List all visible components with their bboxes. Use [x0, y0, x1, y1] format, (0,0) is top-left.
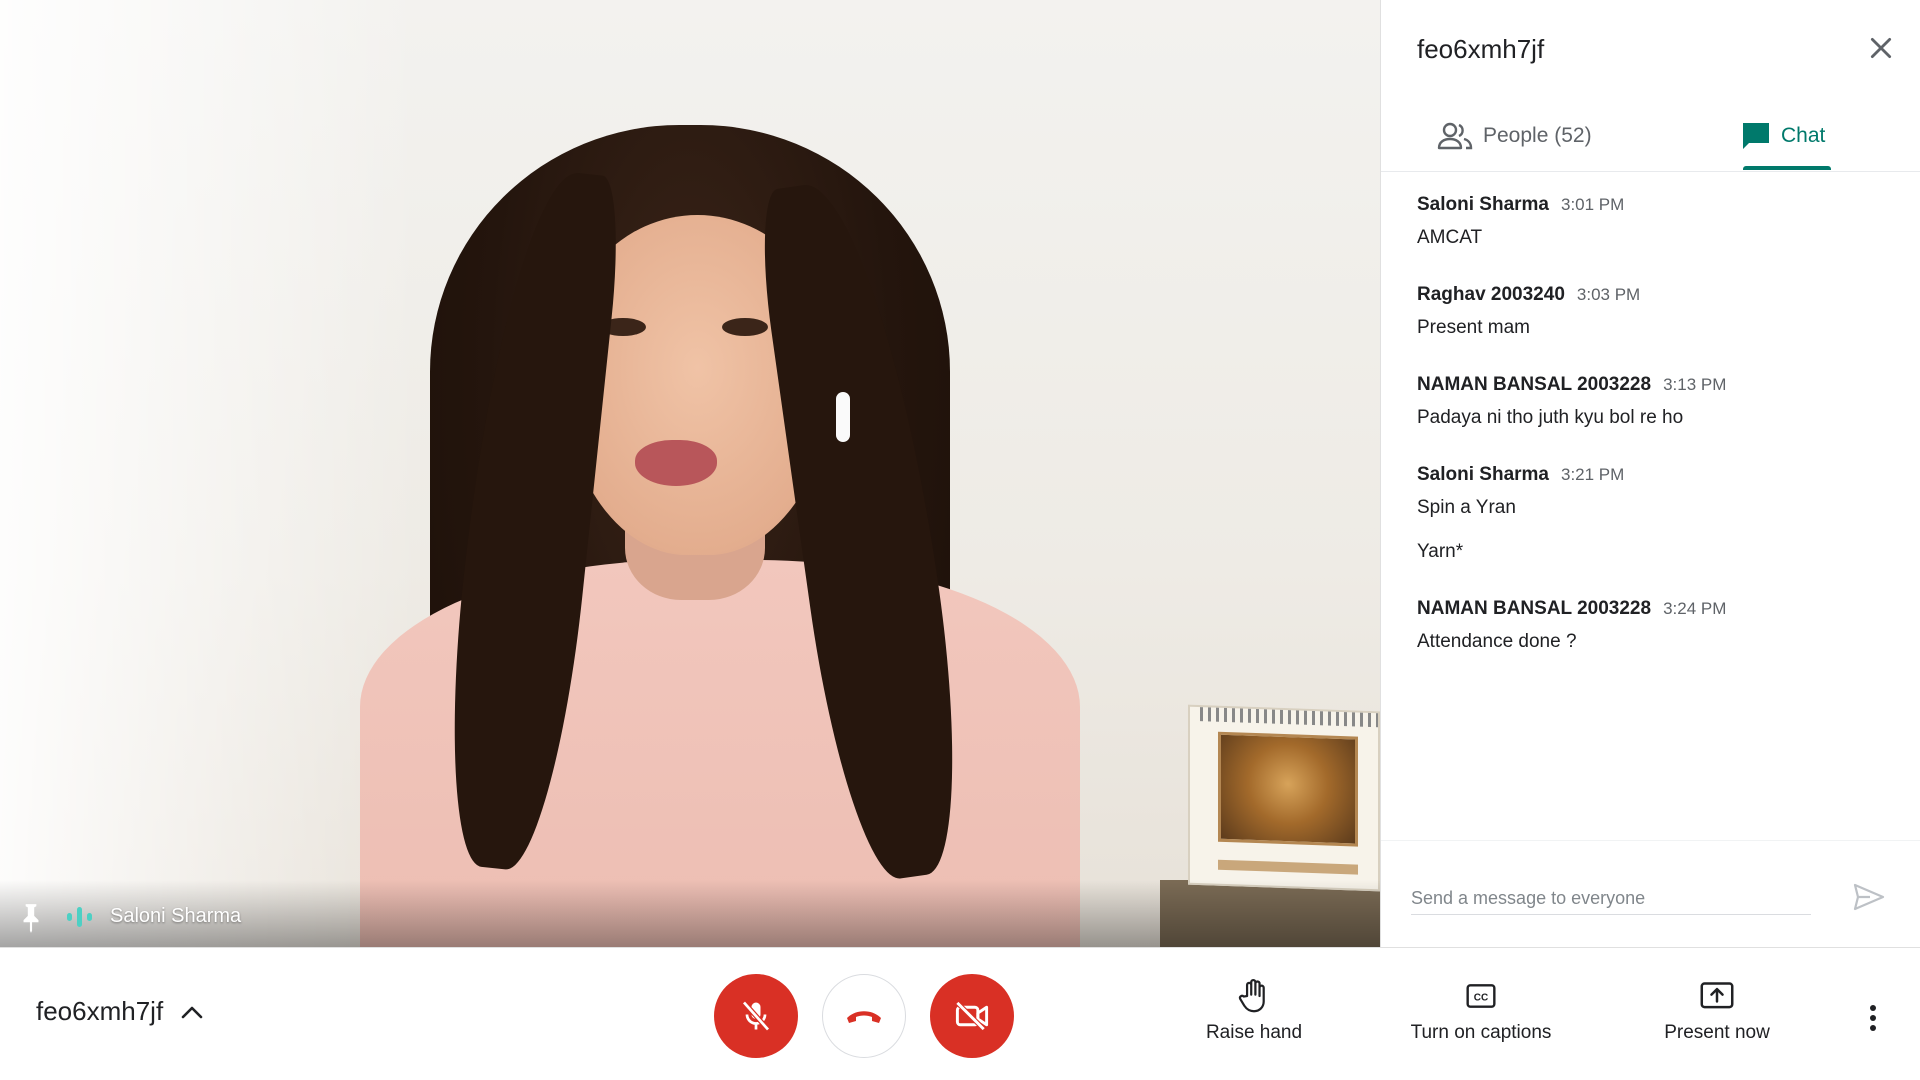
chat-composer: [1381, 840, 1920, 947]
captions-button[interactable]: CC Turn on captions: [1400, 978, 1562, 1044]
camera-toggle-button[interactable]: [930, 974, 1014, 1058]
panel-title: feo6xmh7jf: [1417, 34, 1545, 64]
people-icon: [1437, 122, 1473, 150]
hand-icon: [1238, 979, 1265, 1013]
meeting-controls-bar: feo6xmh7jf Raise hand CC Turn on caption…: [0, 947, 1920, 1080]
participant-mouth: [635, 440, 717, 486]
participant-earbud: [836, 392, 850, 442]
present-now-button[interactable]: Present now: [1656, 978, 1778, 1044]
chat-message: Raghav 2003240 3:03 PM Present mam: [1417, 284, 1897, 340]
phone-hangup-icon: [847, 1011, 881, 1023]
present-screen-icon: [1700, 982, 1734, 1009]
tab-people-label: People (52): [1483, 124, 1592, 147]
chat-message: Saloni Sharma 3:21 PM Spin a Yran Yarn*: [1417, 464, 1897, 564]
chat-icon: [1743, 123, 1769, 149]
message-time: 3:24 PM: [1663, 599, 1727, 618]
message-text: Yarn*: [1417, 541, 1464, 562]
message-text: Padaya ni tho juth kyu bol re ho: [1417, 407, 1684, 428]
tab-chat[interactable]: Chat: [1741, 100, 1825, 172]
more-vert-icon: [1870, 1005, 1876, 1031]
audio-level-icon: [66, 906, 94, 928]
participant-name-label: Saloni Sharma: [110, 905, 242, 927]
meeting-code-label: feo6xmh7jf: [36, 996, 164, 1026]
chat-message: NAMAN BANSAL 2003228 3:13 PM Padaya ni t…: [1417, 374, 1897, 430]
message-text: Spin a Yran: [1417, 497, 1516, 518]
message-sender: Raghav 2003240: [1417, 284, 1565, 305]
pin-icon[interactable]: [18, 902, 44, 934]
chevron-up-icon: [181, 1005, 203, 1019]
closed-captions-icon: CC: [1466, 984, 1496, 1008]
tab-chat-label: Chat: [1781, 124, 1826, 147]
participant-eye-right: [722, 318, 768, 336]
chat-message: Saloni Sharma 3:01 PM AMCAT: [1417, 194, 1897, 250]
chat-message: NAMAN BANSAL 2003228 3:24 PM Attendance …: [1417, 598, 1897, 654]
close-icon: [1870, 37, 1892, 59]
message-text: AMCAT: [1417, 227, 1483, 248]
message-sender: Saloni Sharma: [1417, 194, 1549, 215]
chat-message-list: Saloni Sharma 3:01 PM AMCAT Raghav 20032…: [1417, 194, 1897, 688]
message-time: 3:03 PM: [1576, 285, 1641, 304]
send-message-button[interactable]: [1849, 877, 1889, 917]
mic-off-icon: [742, 1000, 770, 1032]
svg-text:CC: CC: [1474, 993, 1488, 1004]
video-stage[interactable]: Saloni Sharma: [0, 0, 1380, 947]
message-time: 3:13 PM: [1663, 375, 1727, 394]
captions-label: Turn on captions: [1410, 1022, 1552, 1043]
participant-video: [0, 0, 1380, 947]
message-time: 3:01 PM: [1561, 195, 1625, 214]
videocam-off-icon: [955, 1001, 989, 1031]
close-panel-button[interactable]: [1863, 30, 1899, 66]
active-tab-indicator: [1743, 166, 1831, 170]
message-sender: NAMAN BANSAL 2003228: [1417, 374, 1652, 395]
message-text: Present mam: [1417, 317, 1530, 338]
panel-tabs: People (52) Chat: [1381, 100, 1920, 172]
side-panel: feo6xmh7jf People (52) Chat Saloni Sharm…: [1380, 0, 1920, 947]
tab-people[interactable]: People (52): [1437, 100, 1592, 172]
raise-hand-label: Raise hand: [1205, 1022, 1303, 1043]
meeting-details-toggle[interactable]: feo6xmh7jf: [36, 996, 203, 1027]
raise-hand-button[interactable]: Raise hand: [1202, 978, 1306, 1044]
message-sender: Saloni Sharma: [1417, 464, 1549, 485]
chat-message-input[interactable]: [1411, 883, 1811, 915]
present-now-label: Present now: [1664, 1022, 1770, 1043]
more-options-button[interactable]: [1858, 998, 1888, 1038]
message-time: 3:21 PM: [1561, 465, 1625, 484]
leave-call-button[interactable]: [822, 974, 906, 1058]
message-sender: NAMAN BANSAL 2003228: [1417, 598, 1652, 619]
microphone-toggle-button[interactable]: [714, 974, 798, 1058]
send-icon: [1853, 883, 1885, 911]
message-text: Attendance done ?: [1417, 631, 1577, 652]
